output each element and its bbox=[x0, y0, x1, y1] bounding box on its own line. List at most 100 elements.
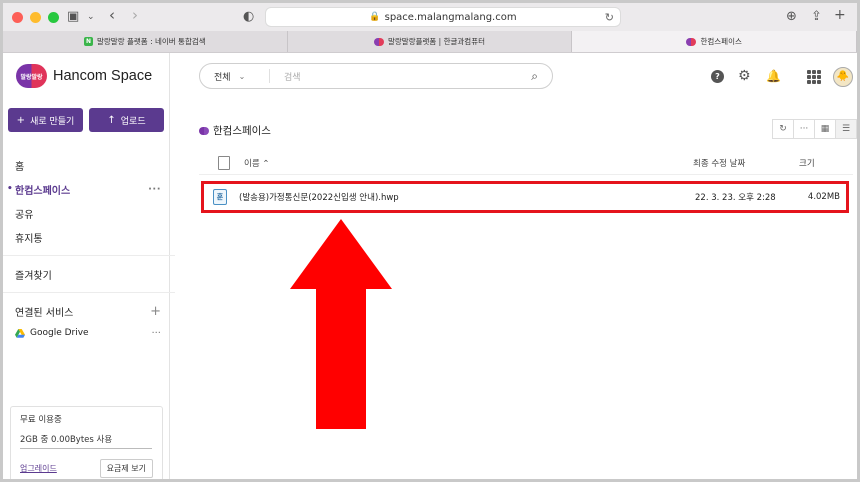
download-icon[interactable]: ⊕ bbox=[786, 9, 797, 25]
table-row[interactable]: 훈 (발송용)가정통신문(2022신입생 안내).hwp 22. 3. 23. … bbox=[201, 181, 849, 213]
sidebar-item-label: 휴지통 bbox=[15, 233, 43, 245]
search-input[interactable]: 검색 bbox=[270, 70, 552, 83]
add-service-icon[interactable]: + bbox=[150, 304, 161, 319]
privacy-shield-icon[interactable]: ◐ bbox=[243, 9, 254, 25]
list-view-icon[interactable]: ☰ bbox=[835, 119, 857, 139]
reload-icon[interactable]: ↻ bbox=[605, 11, 614, 24]
close-window-button[interactable] bbox=[12, 11, 23, 23]
malangmalang-logo-icon: 말랑말랑 bbox=[16, 64, 47, 88]
lock-icon: 🔒 bbox=[369, 12, 381, 22]
column-date-label[interactable]: 최종 수정 날짜 bbox=[693, 157, 745, 169]
hancom-space-app: 말랑말랑 Hancom Space + 새로 만들기 ↑ 업로드 홈 • 한컴스… bbox=[3, 53, 857, 479]
google-drive-icon bbox=[15, 328, 25, 338]
minimize-window-button[interactable] bbox=[30, 11, 41, 23]
sidebar-item-shared[interactable]: 공유 bbox=[15, 201, 163, 225]
sidebar-item-label: Google Drive bbox=[30, 328, 89, 338]
sidebar-item-favorites[interactable]: 즐겨찾기 bbox=[15, 262, 163, 286]
app-title: Hancom Space bbox=[53, 68, 153, 84]
storage-usage-card: 무료 이용중 2GB 중 0.00Bytes 사용 업그레이드 요금제 보기 bbox=[10, 406, 163, 479]
bell-icon[interactable]: 🔔 bbox=[766, 69, 781, 83]
sidebar-item-hancom-space[interactable]: • 한컴스페이스 ··· bbox=[7, 177, 163, 201]
header-actions: ? ⚙ 🔔 🐥 bbox=[707, 67, 857, 91]
more-options-icon[interactable]: ··· bbox=[151, 328, 161, 339]
sidebar-toggle-icon[interactable]: ▣ bbox=[67, 9, 79, 25]
storage-progress-bar bbox=[20, 448, 152, 449]
sidebar-item-label: 공유 bbox=[15, 209, 34, 221]
help-icon[interactable]: ? bbox=[711, 70, 724, 83]
section-label: 연결된 서비스 bbox=[15, 307, 74, 319]
tab-malangmalang-platform[interactable]: 말랑말랑플랫폼 | 한글과컴퓨터 bbox=[288, 31, 573, 52]
sidebar-item-trash[interactable]: 휴지통 bbox=[15, 225, 163, 249]
share-icon[interactable]: ⇪ bbox=[811, 9, 822, 25]
app-logo[interactable]: 말랑말랑 Hancom Space bbox=[16, 64, 152, 88]
more-options-icon[interactable]: ··· bbox=[148, 184, 161, 195]
arrow-up-icon: ↑ bbox=[107, 114, 116, 126]
column-size-label[interactable]: 크기 bbox=[799, 157, 815, 169]
hancom-favicon-icon bbox=[686, 37, 697, 46]
screenshot-frame: ▣ ⌄ ‹ › ◐ 🔒 space.malangmalang.com ↻ ⊕ ⇪… bbox=[0, 0, 860, 482]
search-icon[interactable]: ⌕ bbox=[531, 69, 538, 84]
chevron-down-icon[interactable]: ⌄ bbox=[87, 9, 95, 25]
new-button-label: 새로 만들기 bbox=[30, 116, 75, 127]
view-controls: ↻ ··· ▦ ☰ bbox=[772, 119, 857, 139]
back-icon[interactable]: ‹ bbox=[109, 7, 115, 23]
gear-icon[interactable]: ⚙ bbox=[738, 69, 751, 83]
main-content: 전체 ⌄ 검색 ⌕ ? ⚙ 🔔 🐥 한컴스페이스 ↻ ··· ▦ ☰ 이름 ⌃ … bbox=[170, 53, 857, 479]
sidebar-item-label: 홈 bbox=[15, 161, 25, 173]
sidebar-nav: 홈 • 한컴스페이스 ··· 공유 휴지통 즐겨찾기 연결된 서비스 + Goo… bbox=[3, 153, 175, 343]
file-modified-date: 22. 3. 23. 오후 2:28 bbox=[695, 193, 776, 203]
breadcrumb-label: 한컴스페이스 bbox=[213, 125, 271, 137]
more-options-icon[interactable]: ··· bbox=[793, 119, 815, 139]
hancom-favicon-icon bbox=[374, 37, 384, 46]
address-bar[interactable]: 🔒 space.malangmalang.com ↻ bbox=[265, 7, 621, 27]
chevron-up-icon: ⌃ bbox=[262, 158, 270, 169]
apps-grid-icon[interactable] bbox=[807, 70, 821, 84]
active-bullet-icon: • bbox=[7, 184, 13, 194]
url-text: space.malangmalang.com bbox=[384, 11, 517, 23]
refresh-icon[interactable]: ↻ bbox=[772, 119, 794, 139]
sidebar-item-label: 즐겨찾기 bbox=[15, 270, 52, 282]
column-name-label: 이름 bbox=[244, 158, 260, 169]
tab-label: 한컴스페이스 bbox=[700, 37, 742, 46]
new-tab-icon[interactable]: + bbox=[834, 7, 846, 23]
view-plans-button[interactable]: 요금제 보기 bbox=[99, 459, 153, 478]
hwp-file-icon: 훈 bbox=[213, 189, 227, 205]
tab-label: 말랑말랑플랫폼 | 한글과컴퓨터 bbox=[388, 37, 485, 46]
tab-hancom-space[interactable]: 한컴스페이스 bbox=[572, 31, 857, 52]
avatar[interactable]: 🐥 bbox=[833, 67, 853, 87]
sidebar-item-label: 한컴스페이스 bbox=[15, 185, 71, 197]
table-header: 이름 ⌃ 최종 수정 날짜 크기 bbox=[199, 151, 853, 175]
window-controls bbox=[12, 11, 59, 23]
tab-label: 말랑말랑 플랫폼 : 네이버 통합검색 bbox=[97, 37, 206, 46]
divider bbox=[3, 292, 175, 293]
search-box: 전체 ⌄ 검색 ⌕ bbox=[199, 63, 553, 89]
breadcrumb: 한컴스페이스 bbox=[199, 123, 271, 138]
tab-naver-search[interactable]: N 말랑말랑 플랫폼 : 네이버 통합검색 bbox=[3, 31, 288, 52]
column-name-sort[interactable]: 이름 ⌃ bbox=[244, 157, 269, 169]
forward-icon[interactable]: › bbox=[132, 7, 138, 23]
storage-amount: 2GB 중 0.00Bytes 사용 bbox=[20, 435, 113, 445]
sidebar-item-home[interactable]: 홈 bbox=[15, 153, 163, 177]
file-size: 4.02MB bbox=[807, 192, 840, 202]
new-button[interactable]: + 새로 만들기 bbox=[8, 108, 83, 132]
upload-button[interactable]: ↑ 업로드 bbox=[89, 108, 164, 132]
naver-favicon-icon: N bbox=[84, 37, 93, 46]
plan-status: 무료 이용중 bbox=[20, 415, 62, 425]
search-scope-value: 전체 bbox=[214, 72, 231, 83]
search-scope-select[interactable]: 전체 ⌄ bbox=[200, 69, 270, 83]
upload-button-label: 업로드 bbox=[120, 116, 146, 127]
red-arrow-annotation bbox=[290, 219, 392, 429]
grid-view-icon[interactable]: ▦ bbox=[814, 119, 836, 139]
sidebar: 말랑말랑 Hancom Space + 새로 만들기 ↑ 업로드 홈 • 한컴스… bbox=[3, 53, 175, 479]
upgrade-link[interactable]: 업그레이드 bbox=[20, 463, 57, 474]
primary-actions: + 새로 만들기 ↑ 업로드 bbox=[8, 108, 164, 132]
sidebar-item-google-drive[interactable]: Google Drive ··· bbox=[15, 323, 163, 343]
browser-tab-bar: N 말랑말랑 플랫폼 : 네이버 통합검색 말랑말랑플랫폼 | 한글과컴퓨터 한… bbox=[3, 31, 857, 53]
file-name[interactable]: (발송용)가정통신문(2022신입생 안내).hwp bbox=[239, 191, 399, 203]
plus-icon: + bbox=[16, 114, 26, 126]
chevron-down-icon: ⌄ bbox=[238, 71, 246, 81]
zoom-window-button[interactable] bbox=[48, 11, 59, 23]
hancom-space-icon bbox=[199, 126, 209, 135]
file-type-column-icon bbox=[218, 155, 230, 170]
browser-toolbar: ▣ ⌄ ‹ › ◐ 🔒 space.malangmalang.com ↻ ⊕ ⇪… bbox=[3, 3, 857, 31]
